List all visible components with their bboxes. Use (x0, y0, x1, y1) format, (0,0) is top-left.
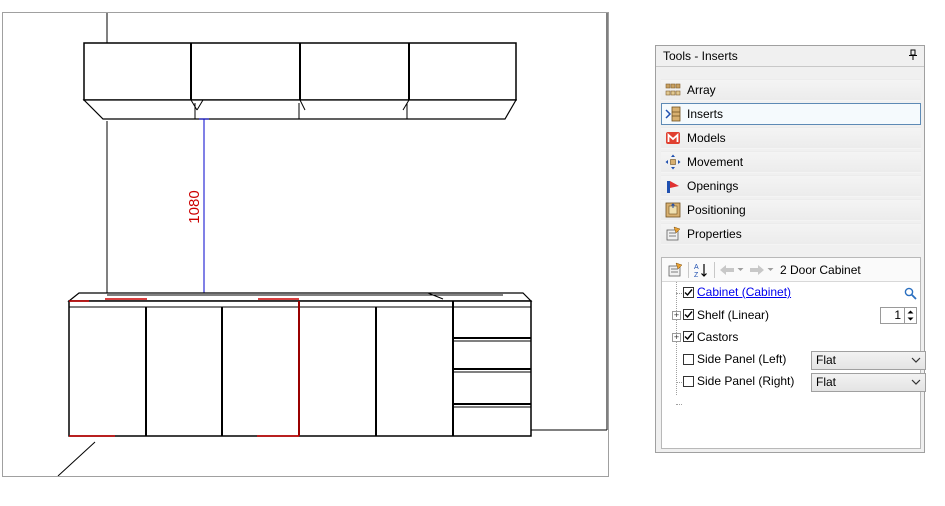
movement-icon (665, 154, 681, 170)
back-arrow-icon (720, 264, 734, 275)
chevron-down-icon[interactable] (737, 266, 744, 273)
tool-label: Openings (687, 179, 739, 193)
tool-item-properties[interactable]: Properties (661, 223, 921, 245)
tool-label: Inserts (687, 107, 724, 121)
side-panel-right-select[interactable]: Flat (811, 373, 926, 392)
side-panel-right-checkbox[interactable] (683, 376, 694, 387)
tree-row-castors[interactable]: + Castors (662, 327, 920, 347)
inserts-tree-box: A Z 2 Door Cabinet Cabinet (Cabinet) + S… (661, 257, 926, 449)
castors-checkbox[interactable] (683, 331, 694, 342)
tree-guide (676, 404, 682, 405)
check-icon (684, 289, 693, 297)
height-dimension: 1080 (186, 118, 209, 295)
side-panel-left-label: Side Panel (Left) (697, 352, 787, 366)
forward-arrow-icon (750, 264, 764, 275)
tree-row-side-panel-left[interactable]: Side Panel (Left) Flat (662, 349, 926, 370)
array-icon (665, 83, 681, 96)
sort-button[interactable]: A Z (692, 261, 710, 279)
cabinet-drawing: 1080 (57, 13, 608, 476)
cabinet-viewport[interactable]: 1080 (2, 12, 609, 477)
cabinet-checkbox[interactable] (683, 287, 694, 298)
positioning-icon (665, 202, 681, 218)
chevron-down-icon[interactable] (767, 266, 774, 273)
cabinet-link[interactable]: Cabinet (Cabinet) (697, 285, 791, 299)
chevron-down-icon (907, 317, 914, 321)
tool-item-positioning[interactable]: Positioning (661, 199, 921, 221)
back-button[interactable] (718, 261, 736, 279)
check-icon (684, 311, 693, 319)
chevron-up-icon (907, 310, 914, 314)
wall-cabinets (82, 42, 518, 120)
shelf-quantity-stepper[interactable]: 1 (880, 307, 917, 324)
pin-icon[interactable] (908, 49, 918, 61)
tool-list: Array Inserts Models Movement Openings P… (661, 79, 921, 247)
panel-title: Tools - Inserts (663, 49, 738, 63)
side-panel-left-value: Flat (816, 353, 837, 367)
tool-item-inserts[interactable]: Inserts (661, 103, 921, 125)
shelf-checkbox[interactable] (683, 309, 694, 320)
shelf-quantity-value[interactable]: 1 (881, 308, 904, 323)
tool-item-openings[interactable]: Openings (661, 175, 921, 197)
properties-icon (666, 226, 681, 241)
inserts-toolbar: A Z 2 Door Cabinet (662, 258, 920, 282)
expand-castors-toggle[interactable]: + (672, 333, 681, 342)
search-icon[interactable] (904, 287, 917, 300)
castors-label: Castors (697, 330, 739, 344)
check-icon (684, 333, 693, 341)
tool-label: Positioning (687, 203, 746, 217)
side-panel-right-label: Side Panel (Right) (697, 374, 795, 388)
selected-object-title: 2 Door Cabinet (780, 262, 861, 277)
tool-label: Properties (687, 227, 742, 241)
forward-button[interactable] (748, 261, 766, 279)
stepper-down-button[interactable] (905, 316, 916, 324)
expand-shelf-toggle[interactable]: + (672, 311, 681, 320)
tool-item-models[interactable]: Models (661, 127, 921, 149)
toolbar-separator (688, 261, 689, 278)
dimension-label: 1080 (186, 190, 203, 223)
tool-label: Array (687, 83, 716, 97)
tools-inserts-panel: Tools - Inserts Array Inserts Models Mov… (655, 45, 926, 453)
sort-az-icon: A Z (694, 263, 707, 278)
svg-text:Z: Z (694, 272, 699, 278)
svg-text:A: A (694, 264, 699, 271)
tool-item-movement[interactable]: Movement (661, 151, 921, 173)
toolbar-separator (714, 261, 715, 278)
chevron-down-icon (911, 357, 921, 363)
tool-item-array[interactable]: Array (661, 79, 921, 101)
side-panel-right-value: Flat (816, 375, 837, 389)
shelf-label: Shelf (Linear) (697, 308, 770, 322)
models-icon (666, 132, 680, 144)
properties-button[interactable] (666, 261, 684, 279)
inserts-icon (665, 106, 681, 122)
side-panel-left-select[interactable]: Flat (811, 351, 926, 370)
chevron-down-icon (911, 379, 921, 385)
side-panel-left-checkbox[interactable] (683, 354, 694, 365)
tool-label: Models (687, 131, 726, 145)
tree-row-side-panel-right[interactable]: Side Panel (Right) Flat (662, 371, 926, 392)
tree-row-shelf[interactable]: + Shelf (Linear) 1 (662, 305, 920, 325)
openings-icon (667, 181, 679, 193)
base-cabinets (67, 292, 533, 437)
panel-titlebar: Tools - Inserts (656, 46, 924, 67)
stepper-buttons (904, 308, 916, 323)
tool-label: Movement (687, 155, 744, 169)
stepper-up-button[interactable] (905, 308, 916, 316)
tree-row-cabinet[interactable]: Cabinet (Cabinet) (662, 283, 920, 303)
properties-icon (668, 262, 683, 276)
